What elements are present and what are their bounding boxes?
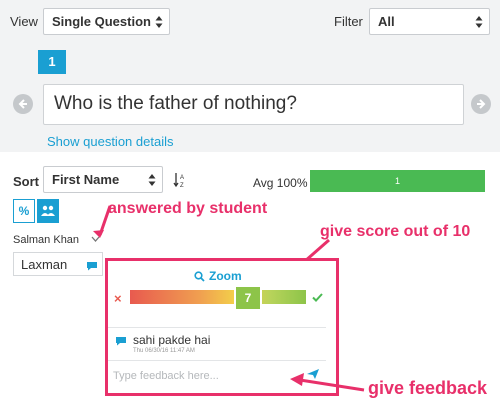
student-name-salman[interactable]: Salman Khan bbox=[13, 234, 79, 246]
view-select[interactable]: Single Question bbox=[43, 8, 170, 35]
filter-select[interactable]: All bbox=[369, 8, 490, 35]
student-comment: sahi pakde hai bbox=[133, 333, 211, 347]
question-text: Who is the father of nothing? bbox=[54, 93, 297, 114]
annotation-arrow-feedback bbox=[290, 373, 365, 392]
group-toggle[interactable] bbox=[37, 199, 59, 223]
percent-toggle[interactable]: % bbox=[13, 199, 35, 223]
previous-question-button[interactable] bbox=[13, 94, 33, 114]
approve-icon[interactable] bbox=[312, 293, 323, 302]
svg-text:Z: Z bbox=[180, 183, 184, 188]
sort-label: Sort bbox=[13, 174, 39, 189]
student-name-laxman: Laxman bbox=[21, 257, 68, 272]
arrow-right-icon bbox=[477, 99, 486, 109]
sort-caret-icon bbox=[148, 174, 156, 186]
annotation-give-score: give score out of 10 bbox=[320, 223, 471, 240]
feedback-input[interactable]: Type feedback here... bbox=[113, 366, 303, 386]
question-number-tab[interactable]: 1 bbox=[38, 50, 66, 74]
filter-select-value: All bbox=[378, 14, 395, 29]
average-label: Avg 100% bbox=[253, 176, 308, 190]
sort-select[interactable]: First Name bbox=[43, 166, 163, 193]
annotation-answered-by-student: answered by student bbox=[108, 200, 268, 217]
arrow-left-icon bbox=[18, 99, 27, 109]
card-divider bbox=[108, 327, 326, 328]
reject-icon[interactable]: × bbox=[114, 291, 122, 306]
sort-caret-icon bbox=[155, 16, 163, 28]
sort-caret-icon bbox=[475, 16, 483, 28]
chevron-down-icon[interactable] bbox=[91, 236, 100, 243]
chat-icon bbox=[87, 262, 97, 271]
percent-icon: % bbox=[18, 204, 30, 218]
chat-icon bbox=[116, 337, 126, 346]
student-row-laxman[interactable]: Laxman bbox=[13, 252, 103, 276]
score-slider[interactable] bbox=[130, 290, 306, 304]
next-question-button[interactable] bbox=[471, 94, 491, 114]
zoom-link[interactable]: Zoom bbox=[209, 269, 242, 283]
group-icon bbox=[41, 205, 55, 216]
annotation-give-feedback: give feedback bbox=[368, 378, 488, 398]
filter-label: Filter bbox=[334, 14, 363, 29]
feedback-placeholder: Type feedback here... bbox=[113, 370, 219, 382]
search-icon[interactable] bbox=[194, 271, 205, 282]
average-bar: 1 bbox=[310, 170, 485, 192]
show-question-details-link[interactable]: Show question details bbox=[47, 134, 173, 149]
card-divider bbox=[108, 360, 326, 361]
sort-select-value: First Name bbox=[52, 172, 120, 187]
comment-timestamp: Thu 06/30/16 11:47 AM bbox=[133, 348, 195, 354]
view-label: View bbox=[10, 14, 38, 29]
view-select-value: Single Question bbox=[52, 14, 151, 29]
svg-text:A: A bbox=[180, 175, 184, 181]
question-text-box: Who is the father of nothing? bbox=[43, 84, 464, 125]
score-slider-handle[interactable]: 7 bbox=[234, 285, 262, 311]
sort-az-icon[interactable]: A Z bbox=[173, 172, 187, 188]
